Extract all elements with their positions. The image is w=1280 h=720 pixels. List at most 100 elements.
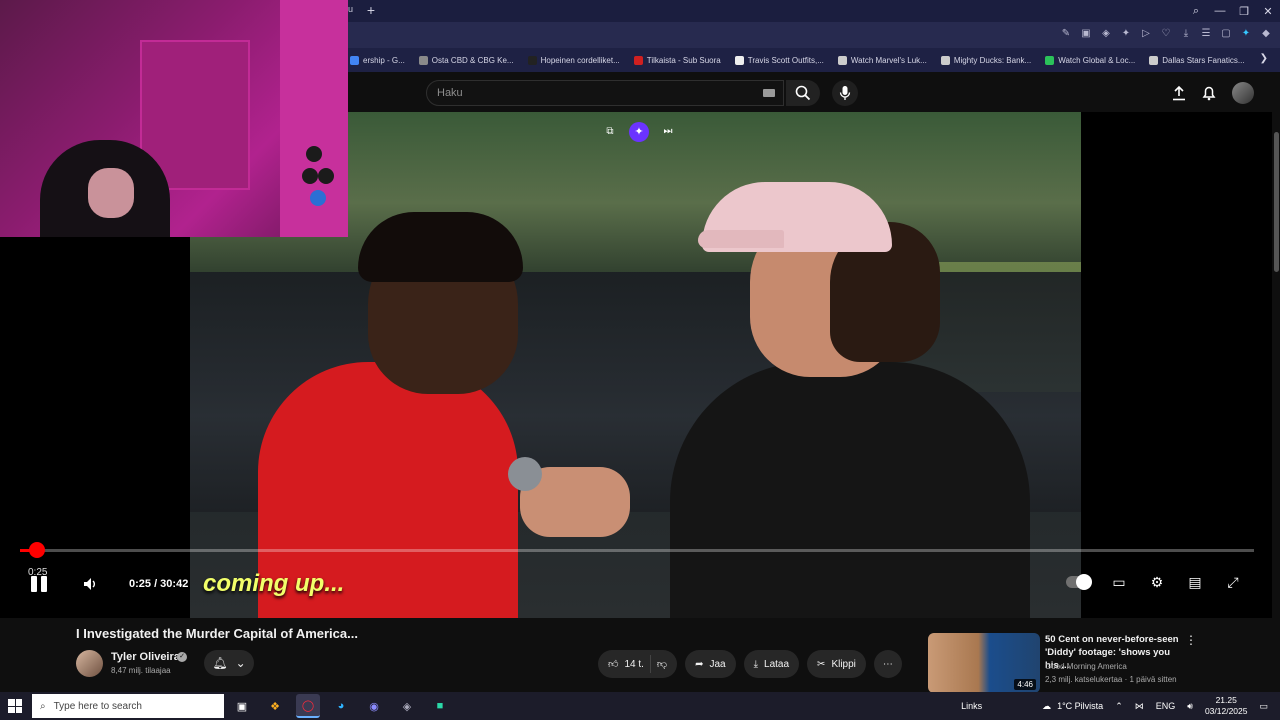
scrollbar-thumb[interactable]: [1274, 132, 1279, 272]
recommendation-thumbnail[interactable]: 4:46: [928, 633, 1040, 693]
search-input[interactable]: Haku: [426, 80, 784, 106]
account-avatar[interactable]: [1232, 82, 1254, 104]
bookmark-label: Watch Marvel's Luk...: [850, 55, 927, 65]
clock[interactable]: 21.25 03/12/2025: [1205, 695, 1248, 717]
more-vertical-icon[interactable]: ⋮: [1185, 633, 1197, 647]
pause-button[interactable]: [31, 576, 49, 592]
progress-bar[interactable]: [20, 542, 1254, 558]
weather-widget[interactable]: ☁ 1°C Pilvista: [1042, 701, 1103, 712]
restore-icon[interactable]: ❐: [1232, 0, 1256, 22]
download-button[interactable]: ⤓ Lataa: [743, 650, 800, 678]
autoplay-toggle[interactable]: [1066, 574, 1092, 590]
lock-icon[interactable]: ▢: [1220, 27, 1232, 41]
chevron-right-icon[interactable]: ❯: [1260, 53, 1268, 64]
bookmark-item[interactable]: Mighty Ducks: Bank...: [940, 55, 1031, 65]
subscribed-notifications-button[interactable]: 🔔︎ ⌄: [204, 650, 254, 676]
recommendation-duration: 4:46: [1014, 679, 1036, 690]
player-right-controls: ▭ ⚙ ▤ ⤢: [1066, 574, 1242, 590]
scissors-icon: ✂: [817, 658, 826, 670]
time-display: 0:25 / 30:42: [129, 578, 189, 590]
vpn-icon[interactable]: ✦: [1240, 27, 1252, 41]
search-button[interactable]: [786, 80, 820, 106]
progress-scrubber[interactable]: [28, 542, 45, 558]
bookmark-item[interactable]: Dallas Stars Fanatics...: [1149, 55, 1245, 65]
more-actions-button[interactable]: ⋯: [873, 650, 902, 678]
download-icon: ⤓: [753, 658, 759, 670]
menu-icon[interactable]: ☰: [1200, 27, 1212, 41]
language-indicator[interactable]: ENG: [1156, 701, 1176, 711]
page-scrollbar[interactable]: [1272, 112, 1280, 692]
settings-gear-icon[interactable]: ⚙: [1148, 574, 1166, 590]
bookmark-item[interactable]: ership - G...: [350, 55, 405, 65]
chevron-up-icon[interactable]: ⌃: [1115, 701, 1123, 712]
camera-icon[interactable]: ▣: [1080, 27, 1092, 41]
google-icon: [350, 55, 359, 65]
taskbar-apps: ▣ ❖ ◯ ◕ ◉ ◈ ■: [230, 694, 452, 718]
bell-icon: 🔔︎: [212, 656, 228, 670]
ai-sparkle-icon[interactable]: ✦: [629, 122, 649, 142]
video-title: I Investigated the Murder Capital of Ame…: [76, 626, 358, 641]
tab-stub[interactable]: u: [348, 4, 353, 14]
edit-icon[interactable]: ✎: [1060, 27, 1072, 41]
widgets-icon[interactable]: ❖: [263, 694, 287, 718]
clip-button[interactable]: ✂ Klippi: [807, 650, 866, 678]
new-tab-icon[interactable]: +: [364, 3, 378, 17]
theater-mode-icon[interactable]: ▤: [1186, 574, 1204, 590]
chevron-down-icon: ⌄: [235, 656, 246, 670]
taskbar-search[interactable]: ⌕ Type here to search: [32, 694, 224, 718]
bookmark-item[interactable]: Watch Marvel's Luk...: [837, 55, 927, 65]
download-icon[interactable]: ⤓: [1180, 27, 1192, 41]
dislike-button[interactable]: 👎︎: [657, 658, 667, 670]
volume-icon[interactable]: [82, 576, 98, 592]
share-button[interactable]: ➦ Jaa: [685, 650, 736, 678]
heart-icon[interactable]: ♡: [1160, 27, 1172, 41]
voice-search-button[interactable]: [832, 80, 858, 106]
minimize-icon[interactable]: —: [1208, 0, 1232, 22]
close-icon[interactable]: ✕: [1256, 0, 1280, 22]
miniplayer-icon[interactable]: ⧉: [603, 125, 617, 139]
upload-icon[interactable]: [1172, 85, 1186, 101]
shield-icon[interactable]: ◈: [1100, 27, 1112, 41]
pink-cap-brim: [698, 230, 784, 248]
divider: [649, 655, 651, 673]
bookmark-label: Watch Global & Loc...: [1058, 55, 1136, 65]
task-view-icon[interactable]: ▣: [230, 694, 254, 718]
extension-icon[interactable]: ✦: [1120, 27, 1132, 41]
links-toolbar[interactable]: Links: [961, 701, 982, 711]
cube-icon[interactable]: ◆: [1260, 27, 1272, 41]
bookmark-item[interactable]: Watch Global & Loc...: [1045, 55, 1136, 65]
network-icon[interactable]: ⋈: [1135, 701, 1144, 712]
recommendation-channel[interactable]: Good Morning America: [1045, 662, 1127, 671]
windows-start-icon[interactable]: [8, 699, 22, 713]
fullscreen-icon[interactable]: ⤢: [1224, 574, 1242, 590]
bookmark-label: ership - G...: [363, 55, 405, 65]
edge-browser-icon[interactable]: ◕: [329, 694, 353, 718]
kt-icon: [527, 55, 537, 65]
discord-icon[interactable]: ◉: [362, 694, 386, 718]
bell-icon[interactable]: [1202, 85, 1216, 101]
swirl-icon: [837, 55, 847, 65]
keyboard-icon[interactable]: [763, 89, 775, 97]
pause-bar-left: [31, 576, 37, 592]
clock-date: 03/12/2025: [1204, 706, 1248, 716]
skip-icon[interactable]: ⏭: [661, 125, 675, 139]
subtitles-icon[interactable]: ▭: [1110, 574, 1128, 590]
channel-avatar[interactable]: [76, 650, 103, 677]
search-icon: [795, 85, 811, 101]
bookmark-item[interactable]: Travis Scott Outfits,...: [734, 55, 824, 65]
bookmark-item[interactable]: Tilkaista - Sub Suora: [633, 55, 721, 65]
like-button[interactable]: 👍︎ 14 t.: [608, 658, 644, 671]
volume-tray-icon[interactable]: 🔊︎: [1187, 701, 1193, 712]
bookmark-item[interactable]: Osta CBD & CBG Ke...: [418, 55, 514, 65]
shield-app-icon[interactable]: ◈: [395, 694, 419, 718]
obs-icon[interactable]: ■: [428, 694, 452, 718]
play-icon[interactable]: ▷: [1140, 27, 1152, 41]
channel-name[interactable]: Tyler Oliveira: [111, 651, 180, 663]
bookmark-item[interactable]: Hopeinen cordelliket...: [527, 55, 620, 65]
taskbar-search-placeholder: Type here to search: [53, 700, 142, 712]
notifications-icon[interactable]: ▭: [1259, 701, 1268, 712]
search-tabs-icon[interactable]: ⌕: [1184, 0, 1208, 22]
share-icon: ➦: [695, 658, 704, 670]
opera-browser-icon[interactable]: ◯: [296, 694, 320, 718]
pool-balls: [302, 146, 342, 214]
